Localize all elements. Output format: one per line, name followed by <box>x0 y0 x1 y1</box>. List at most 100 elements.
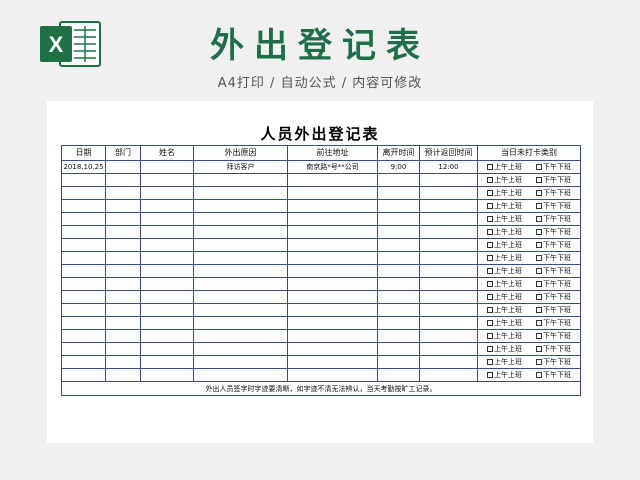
cell-reason[interactable] <box>193 303 288 317</box>
cell-reason[interactable] <box>193 316 288 330</box>
cell-reason[interactable] <box>193 329 288 343</box>
checkbox-pm[interactable]: 下午下班 <box>536 279 571 290</box>
checkbox-am[interactable]: 上午上班 <box>487 240 522 251</box>
cell-name[interactable] <box>140 355 194 369</box>
cell-address[interactable] <box>287 277 378 291</box>
checkbox-am[interactable]: 上午上班 <box>487 214 522 225</box>
cell-date[interactable] <box>61 212 106 226</box>
cell-date[interactable] <box>61 186 106 200</box>
checkbox-pm[interactable]: 下午下班 <box>536 266 571 277</box>
cell-date[interactable] <box>61 368 106 382</box>
cell-address[interactable] <box>287 290 378 304</box>
cell-leave-time[interactable] <box>377 173 420 187</box>
cell-leave-time[interactable]: 9:00 <box>377 160 420 174</box>
cell-department[interactable] <box>105 290 141 304</box>
cell-name[interactable] <box>140 303 194 317</box>
cell-address[interactable] <box>287 212 378 226</box>
cell-reason[interactable]: 拜访客户 <box>193 160 288 174</box>
cell-leave-time[interactable] <box>377 290 420 304</box>
cell-name[interactable] <box>140 368 194 382</box>
cell-department[interactable] <box>105 355 141 369</box>
cell-reason[interactable] <box>193 342 288 356</box>
cell-return-time[interactable] <box>419 290 478 304</box>
cell-date[interactable] <box>61 225 106 239</box>
cell-leave-time[interactable] <box>377 368 420 382</box>
cell-department[interactable] <box>105 225 141 239</box>
checkbox-pm[interactable]: 下午下班 <box>536 201 571 212</box>
cell-return-time[interactable]: 12:00 <box>419 160 478 174</box>
cell-department[interactable] <box>105 316 141 330</box>
cell-date[interactable] <box>61 199 106 213</box>
checkbox-am[interactable]: 上午上班 <box>487 162 522 173</box>
cell-leave-time[interactable] <box>377 277 420 291</box>
cell-address[interactable] <box>287 303 378 317</box>
cell-name[interactable] <box>140 277 194 291</box>
cell-name[interactable] <box>140 251 194 265</box>
cell-leave-time[interactable] <box>377 342 420 356</box>
cell-reason[interactable] <box>193 173 288 187</box>
checkbox-am[interactable]: 上午上班 <box>487 188 522 199</box>
cell-name[interactable] <box>140 264 194 278</box>
checkbox-pm[interactable]: 下午下班 <box>536 331 571 342</box>
cell-return-time[interactable] <box>419 173 478 187</box>
cell-reason[interactable] <box>193 186 288 200</box>
cell-name[interactable] <box>140 160 194 174</box>
checkbox-pm[interactable]: 下午下班 <box>536 344 571 355</box>
checkbox-pm[interactable]: 下午下班 <box>536 240 571 251</box>
cell-leave-time[interactable] <box>377 303 420 317</box>
cell-return-time[interactable] <box>419 303 478 317</box>
checkbox-am[interactable]: 上午上班 <box>487 253 522 264</box>
cell-department[interactable] <box>105 238 141 252</box>
cell-name[interactable] <box>140 225 194 239</box>
checkbox-pm[interactable]: 下午下班 <box>536 253 571 264</box>
cell-reason[interactable] <box>193 290 288 304</box>
checkbox-pm[interactable]: 下午下班 <box>536 305 571 316</box>
cell-name[interactable] <box>140 290 194 304</box>
cell-reason[interactable] <box>193 238 288 252</box>
checkbox-pm[interactable]: 下午下班 <box>536 292 571 303</box>
cell-leave-time[interactable] <box>377 238 420 252</box>
cell-department[interactable] <box>105 212 141 226</box>
cell-name[interactable] <box>140 186 194 200</box>
cell-date[interactable] <box>61 329 106 343</box>
checkbox-pm[interactable]: 下午下班 <box>536 318 571 329</box>
checkbox-am[interactable]: 上午上班 <box>487 201 522 212</box>
checkbox-am[interactable]: 上午上班 <box>487 175 522 186</box>
cell-leave-time[interactable] <box>377 199 420 213</box>
checkbox-pm[interactable]: 下午下班 <box>536 214 571 225</box>
cell-name[interactable] <box>140 238 194 252</box>
cell-date[interactable] <box>61 355 106 369</box>
cell-address[interactable] <box>287 238 378 252</box>
cell-address[interactable] <box>287 316 378 330</box>
cell-reason[interactable] <box>193 264 288 278</box>
cell-return-time[interactable] <box>419 342 478 356</box>
cell-reason[interactable] <box>193 251 288 265</box>
cell-return-time[interactable] <box>419 251 478 265</box>
cell-address[interactable] <box>287 342 378 356</box>
cell-leave-time[interactable] <box>377 264 420 278</box>
cell-department[interactable] <box>105 160 141 174</box>
cell-reason[interactable] <box>193 368 288 382</box>
cell-date[interactable] <box>61 277 106 291</box>
cell-reason[interactable] <box>193 277 288 291</box>
cell-return-time[interactable] <box>419 264 478 278</box>
checkbox-am[interactable]: 上午上班 <box>487 331 522 342</box>
cell-date[interactable] <box>61 316 106 330</box>
cell-department[interactable] <box>105 368 141 382</box>
cell-date[interactable] <box>61 251 106 265</box>
cell-date[interactable] <box>61 290 106 304</box>
cell-leave-time[interactable] <box>377 186 420 200</box>
cell-department[interactable] <box>105 277 141 291</box>
checkbox-pm[interactable]: 下午下班 <box>536 227 571 238</box>
checkbox-am[interactable]: 上午上班 <box>487 344 522 355</box>
cell-name[interactable] <box>140 173 194 187</box>
cell-address[interactable] <box>287 264 378 278</box>
checkbox-am[interactable]: 上午上班 <box>487 292 522 303</box>
checkbox-am[interactable]: 上午上班 <box>487 305 522 316</box>
cell-name[interactable] <box>140 329 194 343</box>
cell-address[interactable] <box>287 173 378 187</box>
checkbox-pm[interactable]: 下午下班 <box>536 175 571 186</box>
cell-address[interactable]: 南京路*号**公司 <box>287 160 378 174</box>
cell-department[interactable] <box>105 199 141 213</box>
checkbox-pm[interactable]: 下午下班 <box>536 162 571 173</box>
